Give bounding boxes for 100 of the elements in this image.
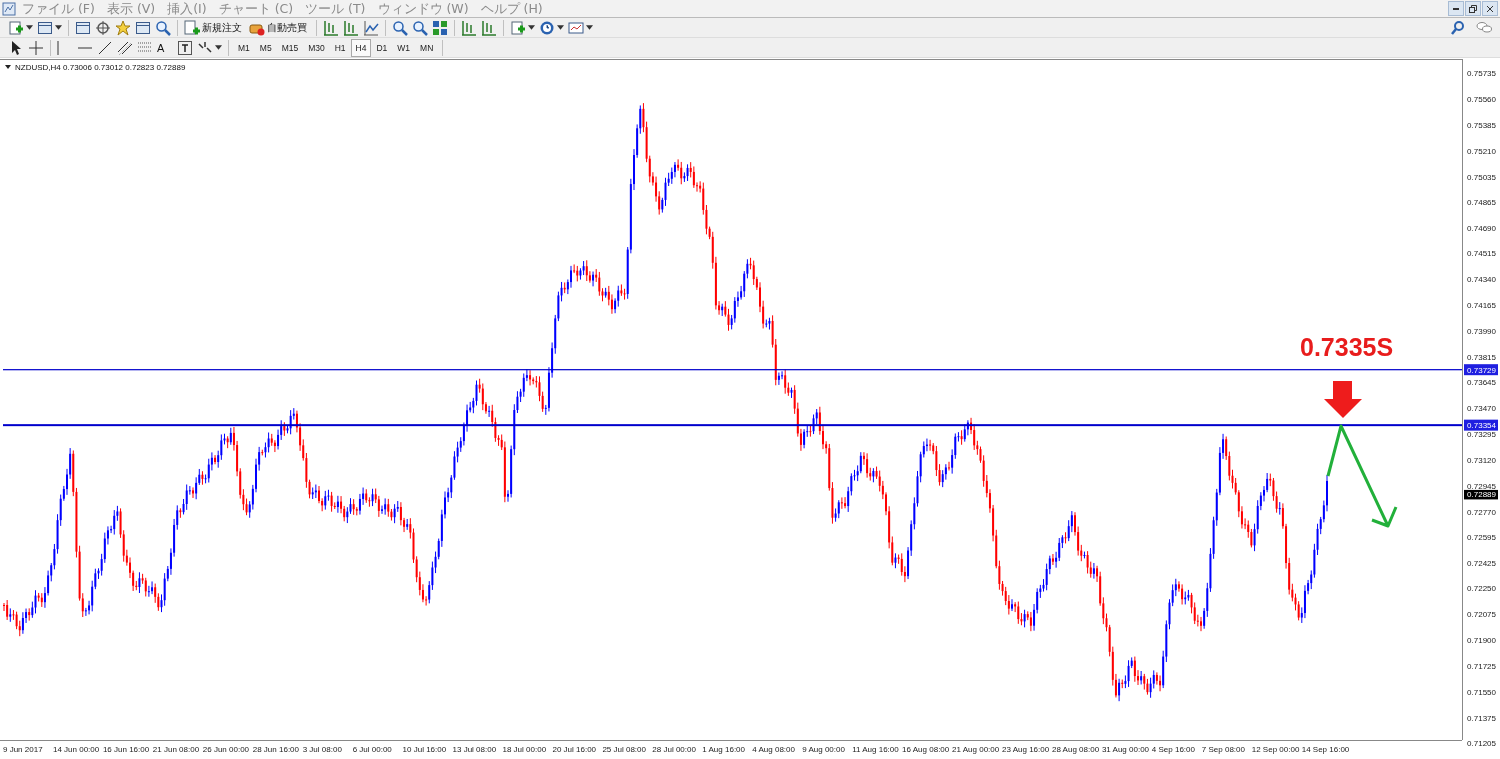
timeframe-button[interactable]: W1 xyxy=(392,38,416,57)
caret-icon xyxy=(215,45,222,50)
time-axis-label: 9 Jun 2017 xyxy=(3,745,43,754)
time-axis-label: 10 Jul 16:00 xyxy=(402,745,447,754)
channel-icon xyxy=(117,39,133,56)
trendline-icon xyxy=(97,39,113,56)
zoom-in-button[interactable] xyxy=(390,18,410,37)
time-axis-label: 14 Sep 16:00 xyxy=(1301,745,1350,754)
time-axis-label: 4 Aug 08:00 xyxy=(752,745,795,754)
price-axis-label: 0.74865 xyxy=(1467,197,1496,207)
order-icon xyxy=(184,19,200,36)
time-axis-label: 11 Aug 16:00 xyxy=(852,745,899,754)
time-axis-label: 13 Jul 08:00 xyxy=(452,745,497,754)
vertical-line-icon xyxy=(57,39,59,56)
timeframe-button[interactable]: M30 xyxy=(303,38,330,57)
timeframe-button[interactable]: M1 xyxy=(233,38,255,57)
new-chart-button[interactable] xyxy=(6,18,35,37)
timeframe-button[interactable]: H4 xyxy=(350,38,372,57)
price-annotation: 0.7335S xyxy=(1300,333,1394,361)
timeframe-button[interactable]: H1 xyxy=(329,38,351,57)
current-price-tag: 0.72889 xyxy=(1464,489,1498,500)
price-axis-label: 0.74690 xyxy=(1467,223,1496,233)
price-axis-label: 0.74515 xyxy=(1467,249,1496,259)
price-axis-label: 0.72770 xyxy=(1467,507,1496,517)
symbol-header: NZDUSD,H4 0.73006 0.73012 0.72823 0.72889 xyxy=(15,63,186,72)
app-icon xyxy=(2,1,16,16)
price-axis-label: 0.72945 xyxy=(1467,481,1496,491)
caret-icon xyxy=(55,25,62,30)
timeframe-button[interactable]: MN xyxy=(415,38,439,57)
tile-windows-icon xyxy=(432,19,448,36)
caret-icon xyxy=(557,25,564,30)
price-axis-label: 0.73470 xyxy=(1467,404,1496,413)
time-axis-label: 1 Aug 16:00 xyxy=(702,745,745,754)
zoom-out-icon xyxy=(412,19,428,36)
chat-icon xyxy=(1476,19,1492,36)
text-tool-button[interactable]: A xyxy=(155,38,175,57)
close-button[interactable] xyxy=(1482,1,1498,16)
line-chart-icon xyxy=(363,19,379,36)
time-axis-label: 26 Jun 00:00 xyxy=(202,745,250,754)
favorites-icon xyxy=(115,19,131,36)
close-icon xyxy=(1486,4,1494,13)
time-axis-label: 18 Jul 00:00 xyxy=(502,745,547,754)
price-axis-label: 0.73990 xyxy=(1467,327,1496,337)
timeframe-button[interactable]: D1 xyxy=(371,38,393,57)
price-axis-label: 0.71205 xyxy=(1467,739,1496,748)
price-axis-label: 0.72075 xyxy=(1467,610,1496,620)
search-icon xyxy=(1450,19,1466,36)
price-axis-label: 0.73815 xyxy=(1467,352,1496,362)
price-axis-label: 0.75735 xyxy=(1467,69,1496,78)
horizontal-line-icon xyxy=(77,46,93,49)
caret-icon xyxy=(528,25,535,30)
price-axis-label: 0.72595 xyxy=(1467,533,1496,543)
price-axis-label: 0.71725 xyxy=(1467,662,1496,672)
bar-chart-icon xyxy=(323,19,339,36)
new-chart-icon xyxy=(8,19,24,36)
level-price-tag: 0.73729 xyxy=(1464,364,1498,376)
crosshair-icon xyxy=(28,39,44,56)
time-axis-label: 14 Jun 00:00 xyxy=(52,745,100,754)
time-axis-label: 25 Jul 08:00 xyxy=(602,745,646,754)
price-axis-label: 0.75210 xyxy=(1467,146,1496,156)
indicators-button[interactable] xyxy=(508,18,537,37)
zoom-in-icon xyxy=(392,19,408,36)
price-axis-label: 0.75385 xyxy=(1467,120,1496,130)
collapse-triangle-icon[interactable] xyxy=(5,65,11,69)
time-axis-label: 16 Aug 08:00 xyxy=(902,745,950,754)
time-axis-label: 31 Aug 00:00 xyxy=(1101,745,1150,754)
price-axis-label: 0.75035 xyxy=(1467,172,1496,182)
time-axis-label: 21 Jun 08:00 xyxy=(152,745,200,754)
restore-button[interactable] xyxy=(1465,1,1481,16)
time-axis-label: 20 Jul 16:00 xyxy=(552,745,597,754)
price-axis-label: 0.74340 xyxy=(1467,275,1496,285)
line-chart-button[interactable] xyxy=(361,18,381,37)
price-axis-label: 0.71550 xyxy=(1467,687,1496,697)
price-axis-label: 0.72425 xyxy=(1467,558,1496,568)
timeframe-button[interactable]: M15 xyxy=(276,38,304,57)
time-axis-label: 23 Aug 16:00 xyxy=(1002,745,1050,754)
time-axis-label: 21 Aug 00:00 xyxy=(952,745,1000,754)
minimize-button[interactable] xyxy=(1448,1,1464,16)
price-axis-label: 0.71375 xyxy=(1467,713,1496,723)
price-axis-label: 0.72250 xyxy=(1467,584,1496,594)
time-axis-label: 28 Jun 16:00 xyxy=(252,745,299,754)
new-order-button[interactable]: 新規注文 xyxy=(182,18,247,37)
down-arrow-icon xyxy=(1324,381,1362,418)
caret-icon xyxy=(586,25,593,30)
text-label-button[interactable] xyxy=(175,38,195,57)
zoom-out-button[interactable] xyxy=(410,18,430,37)
minimize-icon xyxy=(1453,7,1459,10)
price-axis-label: 0.71900 xyxy=(1467,636,1496,646)
time-axis-label: 28 Jul 00:00 xyxy=(652,745,696,754)
price-axis-label: 0.73645 xyxy=(1467,378,1496,388)
price-axis-label: 0.73120 xyxy=(1467,455,1496,465)
time-axis-label: 9 Aug 00:00 xyxy=(802,745,845,754)
text-label-icon xyxy=(177,39,193,56)
bar-chart-button[interactable] xyxy=(321,18,341,37)
time-axis-label: 28 Aug 08:00 xyxy=(1051,745,1100,754)
caret-icon xyxy=(26,25,33,30)
autotrade-button[interactable]: 自動売買 xyxy=(247,18,312,37)
timeframe-button[interactable]: M5 xyxy=(254,38,277,57)
tile-windows-button[interactable] xyxy=(430,18,450,37)
time-axis-label: 3 Jul 08:00 xyxy=(302,745,342,754)
